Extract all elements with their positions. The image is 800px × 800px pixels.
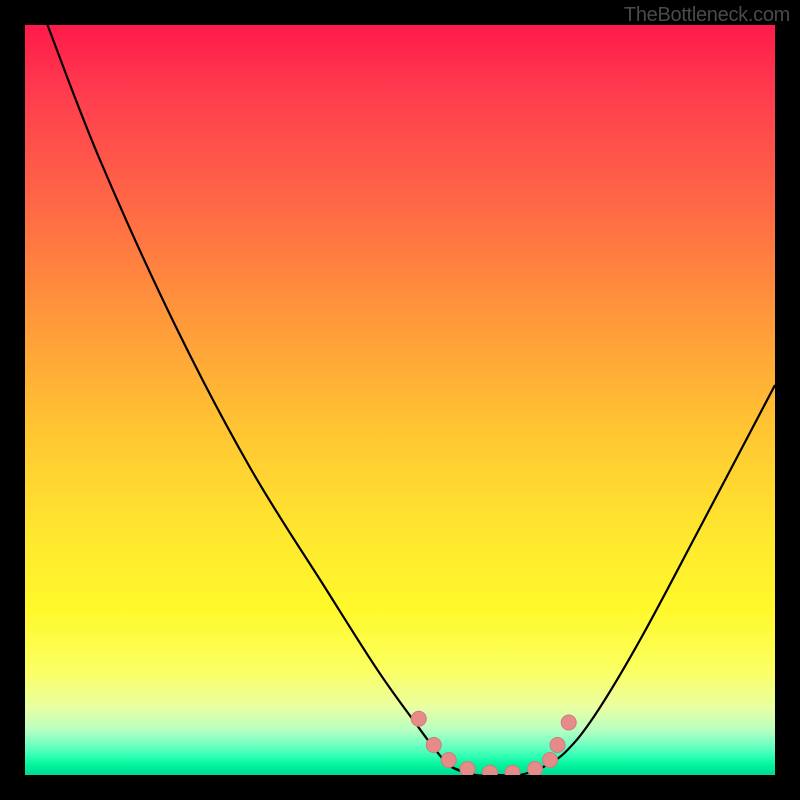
data-marker bbox=[561, 715, 576, 730]
data-marker bbox=[411, 711, 426, 726]
data-marker bbox=[543, 753, 558, 768]
data-marker bbox=[550, 738, 565, 753]
curve-right bbox=[543, 385, 776, 768]
data-marker bbox=[528, 762, 543, 776]
marker-group bbox=[411, 711, 576, 775]
right-curve-path bbox=[543, 385, 776, 768]
data-marker bbox=[505, 765, 520, 775]
watermark-text: TheBottleneck.com bbox=[624, 4, 790, 27]
data-marker bbox=[460, 762, 475, 776]
left-curve-path bbox=[48, 25, 476, 775]
chart-svg bbox=[25, 25, 775, 775]
data-marker bbox=[483, 765, 498, 775]
chart-plot-area bbox=[25, 25, 775, 775]
curve-left bbox=[48, 25, 476, 775]
data-marker bbox=[426, 738, 441, 753]
data-marker bbox=[441, 753, 456, 768]
outer-frame: TheBottleneck.com bbox=[0, 0, 800, 800]
